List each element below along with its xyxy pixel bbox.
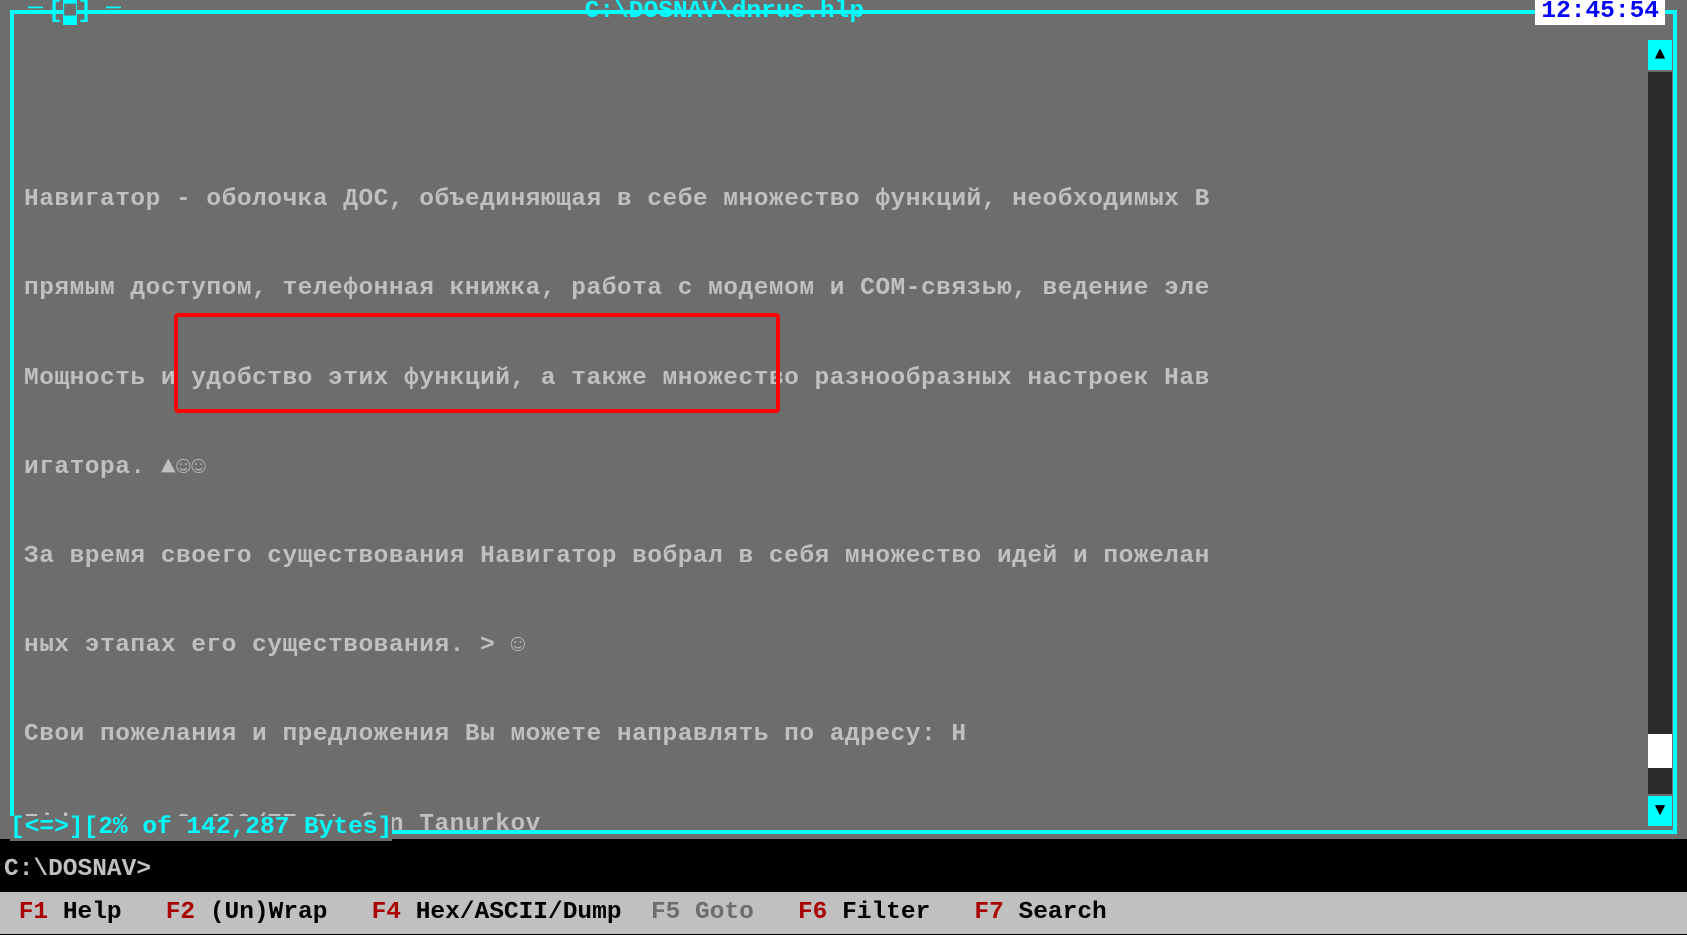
text-line: Мощность и удобство этих функций, а такж… [24,359,1654,399]
text-line [24,91,1654,131]
f5-label[interactable]: Goto [695,899,754,926]
close-button[interactable]: [■] [48,0,92,25]
text-line: За время своего существования Навигатор … [24,537,1654,577]
text-line: Навигатор - оболочка ДОС, объединяющая в… [24,180,1654,220]
scroll-track[interactable] [1648,72,1672,794]
scroll-down-icon[interactable]: ▼ [1648,796,1672,826]
f5-key[interactable]: F5 [651,899,680,926]
scroll-up-icon[interactable]: ▲ [1648,40,1672,70]
text-line: Свои пожелания и предложения Вы можете н… [24,715,1654,755]
scroll-thumb[interactable] [1648,734,1672,768]
f2-key[interactable]: F2 [166,899,195,926]
command-prompt[interactable]: C:\DOSNAV> [0,850,1687,890]
close-icon: ■ [63,0,78,25]
vertical-scrollbar[interactable]: ▲ ▼ [1648,40,1672,826]
f4-label[interactable]: Hex/ASCII/Dump [416,899,622,926]
f1-label[interactable]: Help [63,899,122,926]
file-content: Навигатор - оболочка ДОС, объединяющая в… [24,42,1654,935]
f7-label[interactable]: Search [1019,899,1107,926]
dos-screen: ═ [■] ═ C:\DOSNAV\dnrus.hlp 12:45:54 Нав… [0,0,1687,935]
f6-key[interactable]: F6 [798,899,827,926]
text-line: прямым доступом, телефонная книжка, рабо… [24,269,1654,309]
f6-label[interactable]: Filter [842,899,930,926]
fkey-bar: F1 Help F2 (Un)Wrap F4 Hex/ASCII/Dump F5… [0,892,1687,934]
text-line: ных этапах его существования. > ☺ [24,626,1654,666]
f7-key[interactable]: F7 [974,899,1003,926]
file-viewer-panel: ═ [■] ═ C:\DOSNAV\dnrus.hlp 12:45:54 Нав… [0,0,1687,839]
f4-key[interactable]: F4 [372,899,401,926]
f2-label[interactable]: (Un)Wrap [210,899,328,926]
clock: 12:45:54 [1535,0,1665,25]
status-bar: [<=>][2% of 142,287 Bytes] [10,816,392,841]
text-line: игатора. ▲☺☺ [24,448,1654,488]
file-path: C:\DOSNAV\dnrus.hlp [570,0,879,25]
f1-key[interactable]: F1 [19,899,48,926]
